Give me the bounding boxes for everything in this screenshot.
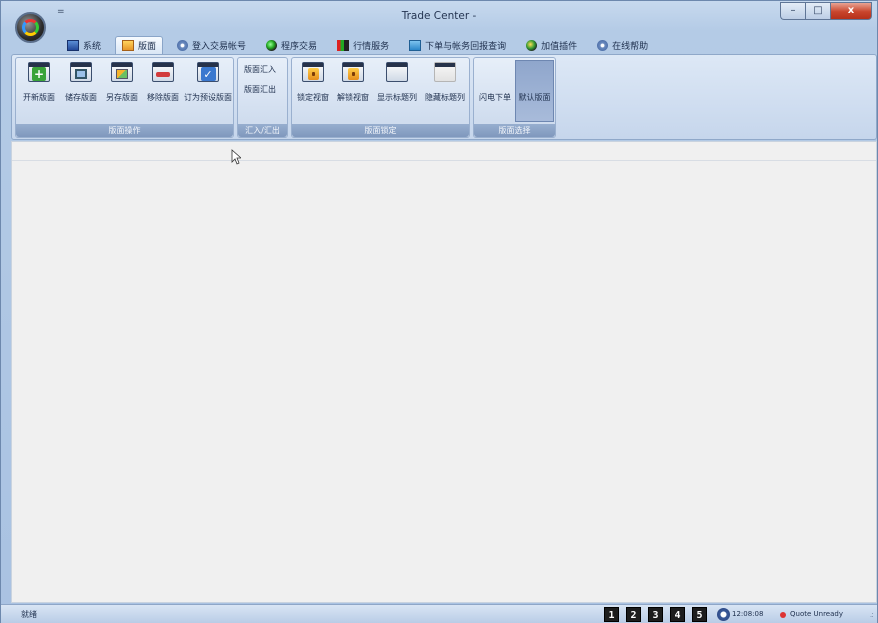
title-bar[interactable]: = Trade Center - – □ x: [1, 1, 877, 43]
minimize-button[interactable]: –: [780, 2, 805, 20]
flash-order-button[interactable]: 闪电下单: [476, 61, 514, 123]
tab-label: 行情服务: [353, 41, 390, 52]
button-label: 锁定视窗: [297, 93, 329, 102]
save-as-layout-icon: [111, 62, 133, 82]
button-label: 订为预设版面: [184, 93, 232, 102]
program-icon: [266, 39, 278, 51]
tab-label: 下单与帐务回报查询: [425, 41, 507, 52]
hide-titlebar-button[interactable]: 隐藏标题列: [422, 62, 468, 114]
import-layout-button[interactable]: 版面汇入: [244, 64, 276, 75]
save-as-icon: [116, 69, 128, 79]
unlock-window-icon: [342, 62, 364, 82]
tab-label: 在线帮助: [612, 41, 649, 52]
close-button[interactable]: x: [830, 2, 872, 20]
resize-grip-icon[interactable]: .:: [870, 610, 874, 619]
tab-login-account[interactable]: 登入交易帐号: [171, 36, 252, 54]
tab-label: 加值插件: [541, 41, 578, 52]
tab-system[interactable]: 系统: [61, 36, 107, 54]
tab-label: 系统: [83, 41, 102, 52]
plugin-icon: [526, 39, 538, 51]
save-icon: [75, 69, 87, 79]
layout-icon: [122, 40, 135, 51]
group-import-export: 版面汇入 版面汇出 汇入/汇出: [237, 57, 288, 138]
button-label: 储存版面: [65, 93, 97, 102]
lock-window-button[interactable]: 锁定视窗: [294, 62, 332, 114]
button-label: 隐藏标题列: [425, 93, 465, 102]
set-default-layout-icon: ✓: [197, 62, 219, 82]
quote-icon: [337, 39, 350, 51]
tab-label: 登入交易帐号: [192, 41, 247, 52]
hide-titlebar-icon: [434, 62, 456, 82]
group-label: 汇入/汇出: [238, 124, 287, 137]
button-label: 显示标题列: [377, 93, 417, 102]
login-icon: [177, 39, 189, 51]
show-titlebar-button[interactable]: 显示标题列: [374, 62, 420, 114]
set-default-layout-button[interactable]: ✓ 订为预设版面: [184, 62, 232, 114]
save-as-layout-button[interactable]: 另存版面: [102, 62, 142, 114]
plus-icon: +: [32, 67, 46, 81]
button-label: 解锁视窗: [337, 93, 369, 102]
workspace-switcher: 1 2 3 4 5: [604, 607, 714, 622]
button-label: 闪电下单: [479, 93, 511, 102]
workspace-area[interactable]: [11, 141, 877, 603]
status-bar: 就绪 1 2 3 4 5 12:08:08 Quote Unready .:: [1, 604, 877, 623]
tab-order-query[interactable]: 下单与帐务回报查询: [403, 36, 512, 54]
lock-icon: [307, 68, 319, 80]
system-icon: [67, 39, 79, 51]
orb-ring-icon: [22, 19, 39, 36]
tab-layout[interactable]: 版面: [115, 36, 164, 54]
app-window: = Trade Center - – □ x 系统 版面 登入交易帐号 程序交易…: [0, 0, 878, 623]
save-layout-icon: [70, 62, 92, 82]
group-layout-lock: 锁定视窗 解锁视窗 显示标题列 隐藏标题列 版面锁定: [291, 57, 470, 138]
group-layout-ops: + 开新版面 储存版面 另存版面 移除版面 ✓ 订为预设版面 版面操作: [15, 57, 234, 138]
tab-plugins[interactable]: 加值插件: [520, 36, 583, 54]
group-label: 版面锁定: [292, 124, 469, 137]
button-label: 移除版面: [147, 93, 179, 102]
group-label: 版面选择: [474, 124, 555, 137]
remove-layout-button[interactable]: 移除版面: [143, 62, 183, 114]
ribbon-tabs: 系统 版面 登入交易帐号 程序交易 行情服务 下单与帐务回报查询 加值插件 在线…: [61, 36, 662, 54]
default-layout-button[interactable]: 默认版面: [515, 60, 554, 122]
status-text: 就绪: [21, 610, 37, 619]
minus-icon: [156, 71, 170, 77]
save-layout-button[interactable]: 储存版面: [61, 62, 101, 114]
show-titlebar-icon: [386, 62, 408, 82]
remove-layout-icon: [152, 62, 174, 82]
clock-time: 12:08:08: [732, 610, 764, 618]
window-title: Trade Center -: [401, 10, 477, 22]
tab-online-help[interactable]: 在线帮助: [591, 36, 654, 54]
ribbon-panel: + 开新版面 储存版面 另存版面 移除版面 ✓ 订为预设版面 版面操作 版面汇入…: [11, 54, 877, 140]
group-label: 版面操作: [16, 124, 233, 137]
workspace-divider: [12, 160, 876, 161]
maximize-button[interactable]: □: [805, 2, 830, 20]
tab-label: 程序交易: [281, 41, 318, 52]
button-label: 另存版面: [106, 93, 138, 102]
new-layout-button[interactable]: + 开新版面: [19, 62, 59, 114]
tab-program-trading[interactable]: 程序交易: [260, 36, 323, 54]
workspace-4-button[interactable]: 4: [670, 607, 685, 622]
export-layout-button[interactable]: 版面汇出: [244, 84, 276, 95]
workspace-1-button[interactable]: 1: [604, 607, 619, 622]
window-controls: – □ x: [780, 2, 872, 20]
checkmark-icon: ✓: [200, 67, 216, 81]
tab-label: 版面: [138, 42, 157, 52]
app-menu-orb-icon[interactable]: [15, 12, 46, 43]
unlock-icon: [347, 68, 359, 80]
order-icon: [409, 39, 422, 51]
clock-icon: [717, 608, 730, 621]
quote-status: Quote Unready: [790, 610, 843, 618]
workspace-5-button[interactable]: 5: [692, 607, 707, 622]
quote-status-dot-icon: [780, 612, 786, 618]
lock-window-icon: [302, 62, 324, 82]
mouse-cursor-icon: [231, 149, 241, 165]
button-label: 默认版面: [518, 93, 551, 102]
help-icon: [597, 39, 609, 51]
workspace-3-button[interactable]: 3: [648, 607, 663, 622]
group-layout-select: 闪电下单 默认版面 版面选择: [473, 57, 556, 138]
unlock-window-button[interactable]: 解锁视窗: [334, 62, 372, 114]
new-layout-icon: +: [28, 62, 50, 82]
button-label: 开新版面: [23, 93, 55, 102]
tab-quote-service[interactable]: 行情服务: [331, 36, 395, 54]
workspace-2-button[interactable]: 2: [626, 607, 641, 622]
